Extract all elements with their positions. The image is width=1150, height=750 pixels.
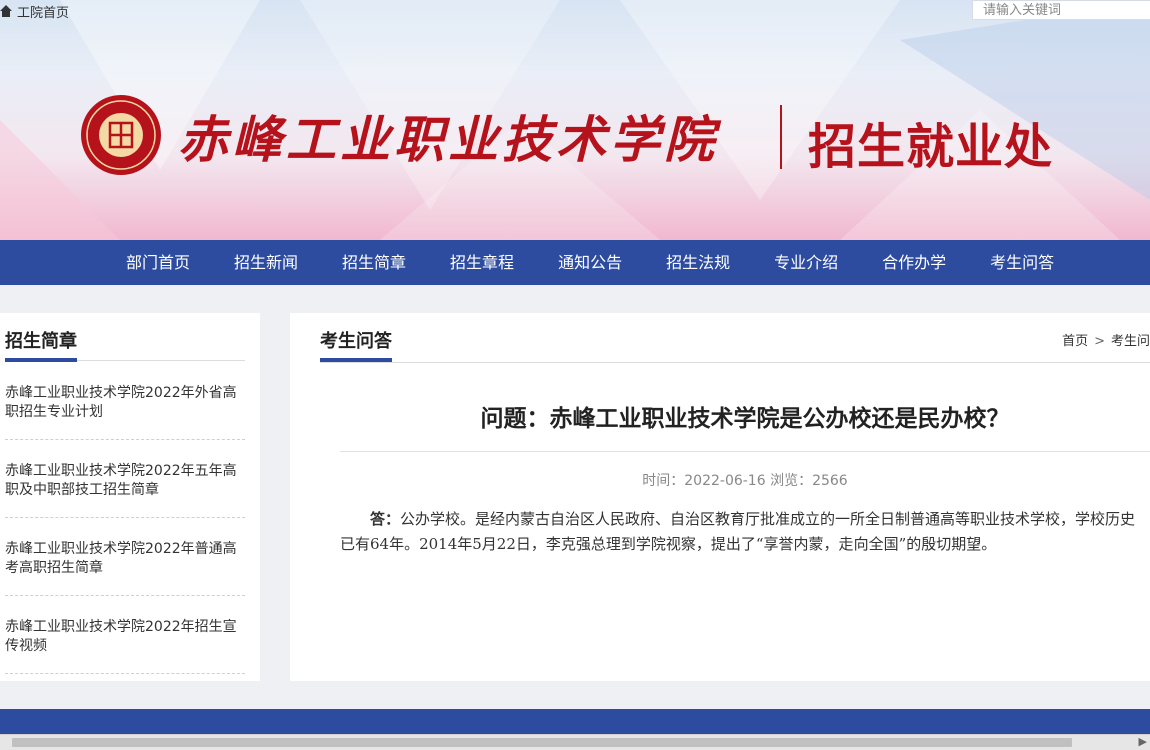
banner-divider <box>780 105 782 169</box>
footer-bar <box>0 709 1150 734</box>
nav-item-cooperation[interactable]: 合作办学 <box>860 240 968 285</box>
question-divider <box>340 451 1150 452</box>
breadcrumb: 首页 > 考生问 <box>1062 330 1150 349</box>
nav-item-dept-home[interactable]: 部门首页 <box>104 240 212 285</box>
department-title: 招生就业处 <box>808 119 1054 175</box>
horizontal-scrollbar[interactable]: ▶ <box>0 734 1150 750</box>
section-title: 考生问答 <box>320 331 392 352</box>
header-banner: 赤峰工业职业技术学院 招生就业处 <box>0 0 1150 240</box>
scroll-right-arrow-icon[interactable]: ▶ <box>1139 736 1147 748</box>
answer-text: 公办学校。是经内蒙古自治区人民政府、自治区教育厅批准成立的一所全日制普通高等职业… <box>340 510 1136 553</box>
top-bar: 工院首页 <box>0 0 1150 22</box>
question-title: 问题：赤峰工业职业技术学院是公办校还是民办校？ <box>480 406 1010 432</box>
section-title-accent <box>320 358 392 362</box>
sidebar-item[interactable]: 赤峰工业职业技术学院2022年招生宣传视频 <box>5 596 245 674</box>
sidebar-item[interactable]: 赤峰工业职业技术学院2022年普通高考高职招生简章 <box>5 518 245 596</box>
nav-item-admission-regulations[interactable]: 招生法规 <box>644 240 752 285</box>
main-navigation: 部门首页 招生新闻 招生简章 招生章程 通知公告 招生法规 专业介绍 合作办学 … <box>0 240 1150 285</box>
school-seal-logo <box>81 95 161 175</box>
article-meta: 时间：2022-06-16 浏览：2566 <box>642 473 848 489</box>
sidebar-title: 招生简章 <box>5 331 77 352</box>
sidebar-panel: 招生简章 赤峰工业职业技术学院2022年外省高职招生专业计划 赤峰工业职业技术学… <box>0 313 260 681</box>
school-name-logotype: 赤峰工业职业技术学院 <box>178 110 718 169</box>
section-title-rule <box>320 362 1150 363</box>
nav-item-qa[interactable]: 考生问答 <box>968 240 1076 285</box>
home-icon <box>0 5 12 17</box>
nav-item-admission-charter[interactable]: 招生章程 <box>428 240 536 285</box>
sidebar-list: 赤峰工业职业技术学院2022年外省高职招生专业计划 赤峰工业职业技术学院2022… <box>5 362 245 674</box>
nav-item-majors[interactable]: 专业介绍 <box>752 240 860 285</box>
answer-label: 答： <box>370 510 401 528</box>
sidebar-item[interactable]: 赤峰工业职业技术学院2022年五年高职及中职部技工招生简章 <box>5 440 245 518</box>
nav-item-admission-brochure[interactable]: 招生简章 <box>320 240 428 285</box>
scrollbar-thumb[interactable] <box>12 738 1072 747</box>
breadcrumb-current[interactable]: 考生问 <box>1111 334 1150 349</box>
school-home-link[interactable]: 工院首页 <box>0 2 69 21</box>
sidebar-item[interactable]: 赤峰工业职业技术学院2022年外省高职招生专业计划 <box>5 362 245 440</box>
answer-body: 答：公办学校。是经内蒙古自治区人民政府、自治区教育厅批准成立的一所全日制普通高等… <box>340 507 1146 557</box>
nav-item-admission-news[interactable]: 招生新闻 <box>212 240 320 285</box>
nav-items: 部门首页 招生新闻 招生简章 招生章程 通知公告 招生法规 专业介绍 合作办学 … <box>104 240 1076 285</box>
search-input[interactable] <box>972 0 1150 20</box>
breadcrumb-separator: > <box>1094 334 1105 349</box>
main-content: 考生问答 首页 > 考生问 问题：赤峰工业职业技术学院是公办校还是民办校？ 时间：2… <box>290 313 1150 681</box>
nav-item-notices[interactable]: 通知公告 <box>536 240 644 285</box>
breadcrumb-home[interactable]: 首页 <box>1062 334 1088 349</box>
school-home-label: 工院首页 <box>17 5 70 21</box>
